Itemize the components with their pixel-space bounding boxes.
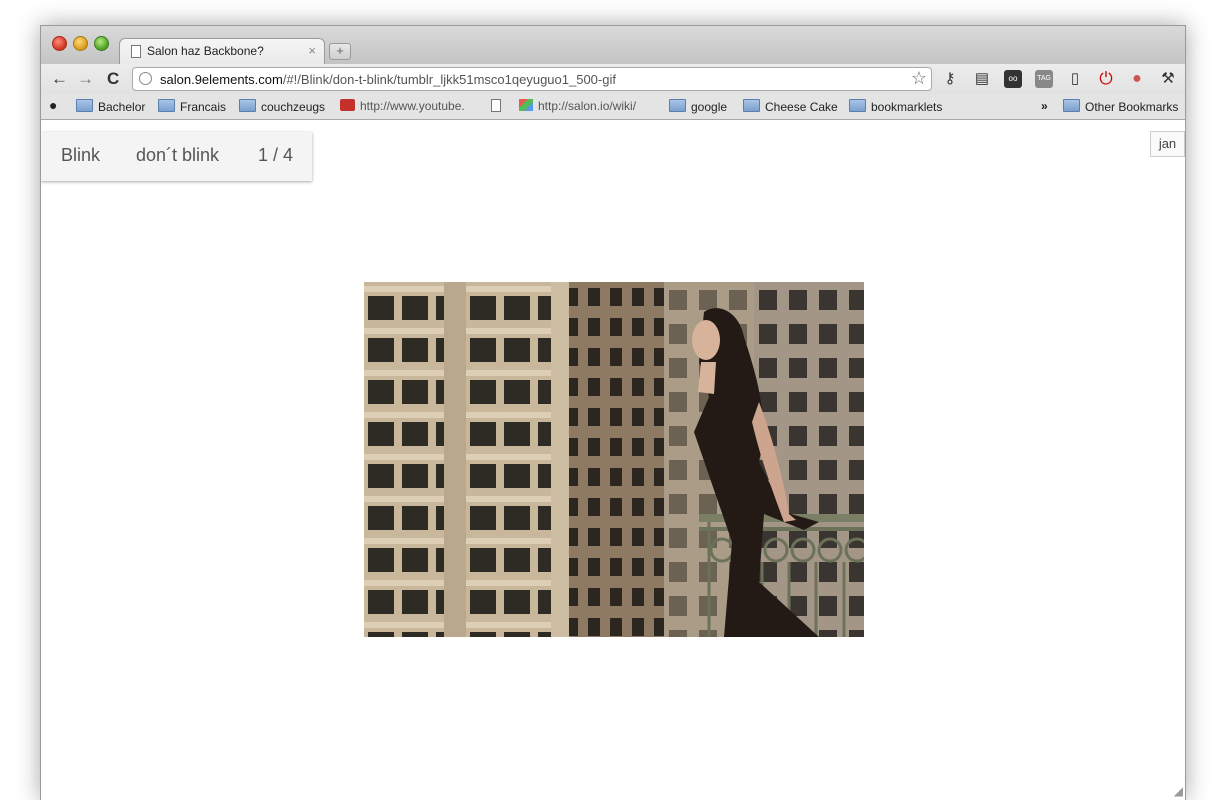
bookmark-bookmarklets[interactable]: bookmarklets bbox=[849, 99, 942, 114]
github-icon[interactable]: ● bbox=[49, 97, 57, 113]
url-text: salon.9elements.com/#!/Blink/don-t-blink… bbox=[160, 72, 616, 87]
key-extension-icon[interactable]: ⚷ bbox=[941, 70, 959, 88]
page-content: Blink don´t blink 1 / 4 jan bbox=[41, 120, 1185, 800]
photo-image bbox=[364, 282, 864, 637]
breadcrumb: Blink don´t blink 1 / 4 bbox=[41, 132, 312, 181]
gallery-photo[interactable] bbox=[364, 282, 864, 637]
bookmark-francais[interactable]: Francais bbox=[158, 99, 226, 114]
folder-icon bbox=[76, 99, 93, 112]
active-tab[interactable]: Salon haz Backbone? × bbox=[119, 38, 325, 65]
minimize-window-button[interactable] bbox=[73, 36, 88, 51]
tab-close-icon[interactable]: × bbox=[308, 43, 316, 58]
address-bar[interactable]: salon.9elements.com/#!/Blink/don-t-blink… bbox=[132, 67, 932, 91]
other-bookmarks[interactable]: Other Bookmarks bbox=[1063, 99, 1178, 114]
new-tab-button[interactable]: + bbox=[329, 43, 351, 60]
bookmark-star-icon[interactable]: ☆ bbox=[911, 68, 927, 89]
toolbar: ← → C salon.9elements.com/#!/Blink/don-t… bbox=[41, 64, 1185, 94]
user-menu[interactable]: jan bbox=[1150, 131, 1185, 157]
reload-button[interactable]: C bbox=[107, 69, 119, 89]
bookmark-salon-wiki[interactable]: http://salon.io/wiki/ bbox=[519, 99, 636, 113]
zoom-window-button[interactable] bbox=[94, 36, 109, 51]
browser-window: Salon haz Backbone? × + ← → C salon.9ele… bbox=[40, 25, 1186, 800]
bookmarks-bar: ● Bachelor Francais couchzeugs http://ww… bbox=[41, 94, 1185, 120]
folder-icon bbox=[158, 99, 175, 112]
glasses-extension-icon[interactable]: oo bbox=[1004, 70, 1022, 88]
notes-extension-icon[interactable]: ▤ bbox=[973, 70, 991, 88]
url-path: /#!/Blink/don-t-blink/tumblr_ljkk51msco1… bbox=[282, 72, 616, 87]
tab-strip: Salon haz Backbone? × + bbox=[41, 26, 1185, 65]
close-window-button[interactable] bbox=[52, 36, 67, 51]
salon-icon bbox=[519, 99, 533, 111]
resize-grip-icon[interactable]: ◢ bbox=[1174, 784, 1183, 798]
phone-extension-icon[interactable]: ▯ bbox=[1066, 70, 1084, 88]
bookmark-google[interactable]: google bbox=[669, 99, 727, 114]
url-host: salon.9elements.com bbox=[160, 72, 283, 87]
wrench-icon[interactable]: ⚒ bbox=[1159, 70, 1177, 88]
back-button[interactable]: ← bbox=[51, 69, 68, 89]
forward-button[interactable]: → bbox=[77, 69, 94, 89]
stop-extension-icon[interactable]: ⏻ bbox=[1097, 70, 1115, 88]
breadcrumb-gallery-link[interactable]: Blink bbox=[61, 145, 100, 166]
folder-icon bbox=[849, 99, 866, 112]
globe-icon bbox=[139, 72, 152, 85]
bookmark-couchzeugs[interactable]: couchzeugs bbox=[239, 99, 325, 114]
tab-title: Salon haz Backbone? bbox=[147, 44, 264, 58]
bookmark-cheese-cake[interactable]: Cheese Cake bbox=[743, 99, 838, 114]
tomato-extension-icon[interactable]: ● bbox=[1128, 70, 1146, 88]
blank-page-icon[interactable] bbox=[491, 99, 501, 113]
photo-counter: 1 / 4 bbox=[258, 145, 294, 165]
folder-icon bbox=[669, 99, 686, 112]
folder-icon bbox=[239, 99, 256, 112]
bookmarks-overflow-button[interactable]: » bbox=[1041, 99, 1048, 113]
bookmark-youtube[interactable]: http://www.youtube. bbox=[340, 99, 465, 113]
tag-extension-icon[interactable]: TAG bbox=[1035, 70, 1053, 88]
folder-icon bbox=[1063, 99, 1080, 112]
folder-icon bbox=[743, 99, 760, 112]
breadcrumb-album-link[interactable]: don´t blink bbox=[136, 145, 219, 166]
youtube-icon bbox=[340, 99, 355, 111]
page-icon bbox=[131, 45, 141, 58]
bookmark-bachelor[interactable]: Bachelor bbox=[76, 99, 145, 114]
